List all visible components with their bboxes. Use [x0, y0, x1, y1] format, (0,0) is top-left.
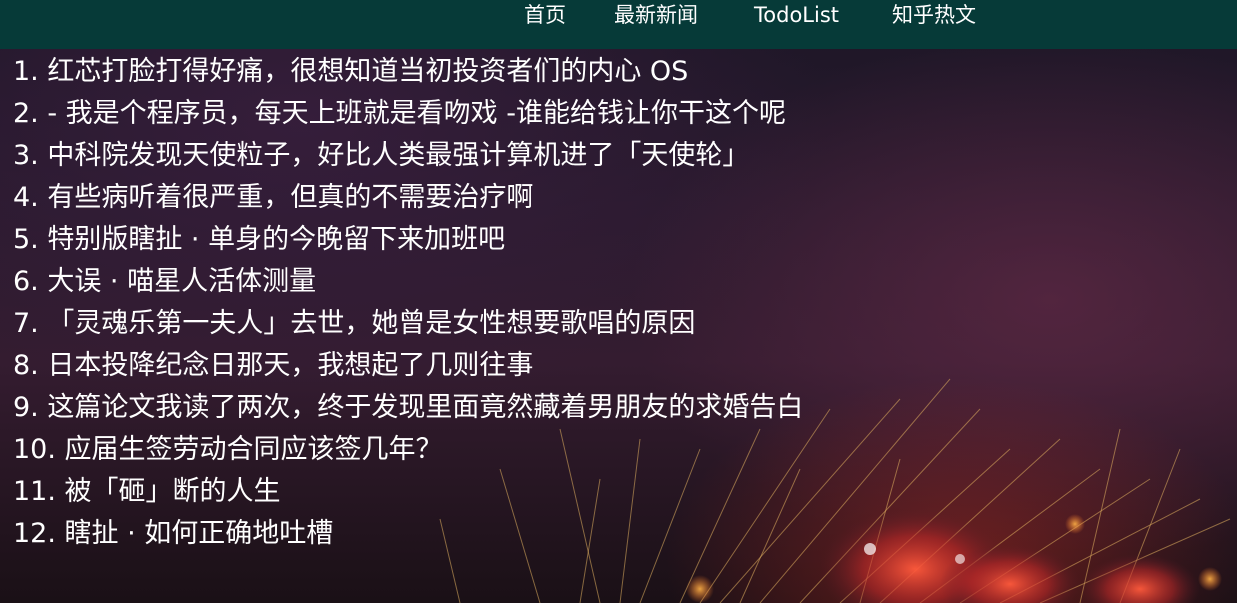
top-navbar: 首页 最新新闻 TodoList 知乎热文	[0, 0, 1237, 49]
list-item[interactable]: 1. 红芯打脸打得好痛，很想知道当初投资者们的内心 OS	[13, 52, 803, 94]
list-item[interactable]: 2. - 我是个程序员，每天上班就是看吻戏 -谁能给钱让你干这个呢	[13, 94, 803, 136]
zhihu-daily-article-list: 1. 红芯打脸打得好痛，很想知道当初投资者们的内心 OS 2. - 我是个程序员…	[13, 52, 803, 556]
list-item[interactable]: 8. 日本投降纪念日那天，我想起了几则往事	[13, 346, 803, 388]
list-item[interactable]: 10. 应届生签劳动合同应该签几年？	[13, 430, 803, 472]
nav-link-zhihu-hot[interactable]: 知乎热文	[892, 0, 976, 30]
list-item[interactable]: 12. 瞎扯 · 如何正确地吐槽	[13, 514, 803, 556]
nav-link-todolist[interactable]: TodoList	[754, 0, 839, 30]
list-item[interactable]: 7. 「灵魂乐第一夫人」去世，她曾是女性想要歌唱的原因	[13, 304, 803, 346]
list-item[interactable]: 11. 被「砸」断的人生	[13, 472, 803, 514]
nav-link-home[interactable]: 首页	[524, 0, 566, 30]
list-item[interactable]: 9. 这篇论文我读了两次，终于发现里面竟然藏着男朋友的求婚告白	[13, 388, 803, 430]
list-item[interactable]: 6. 大误 · 喵星人活体测量	[13, 262, 803, 304]
nav-link-latest-news[interactable]: 最新新闻	[614, 0, 698, 30]
list-item[interactable]: 5. 特别版瞎扯 · 单身的今晚留下来加班吧	[13, 220, 803, 262]
list-item[interactable]: 3. 中科院发现天使粒子，好比人类最强计算机进了「天使轮」	[13, 136, 803, 178]
list-item[interactable]: 4. 有些病听着很严重，但真的不需要治疗啊	[13, 178, 803, 220]
